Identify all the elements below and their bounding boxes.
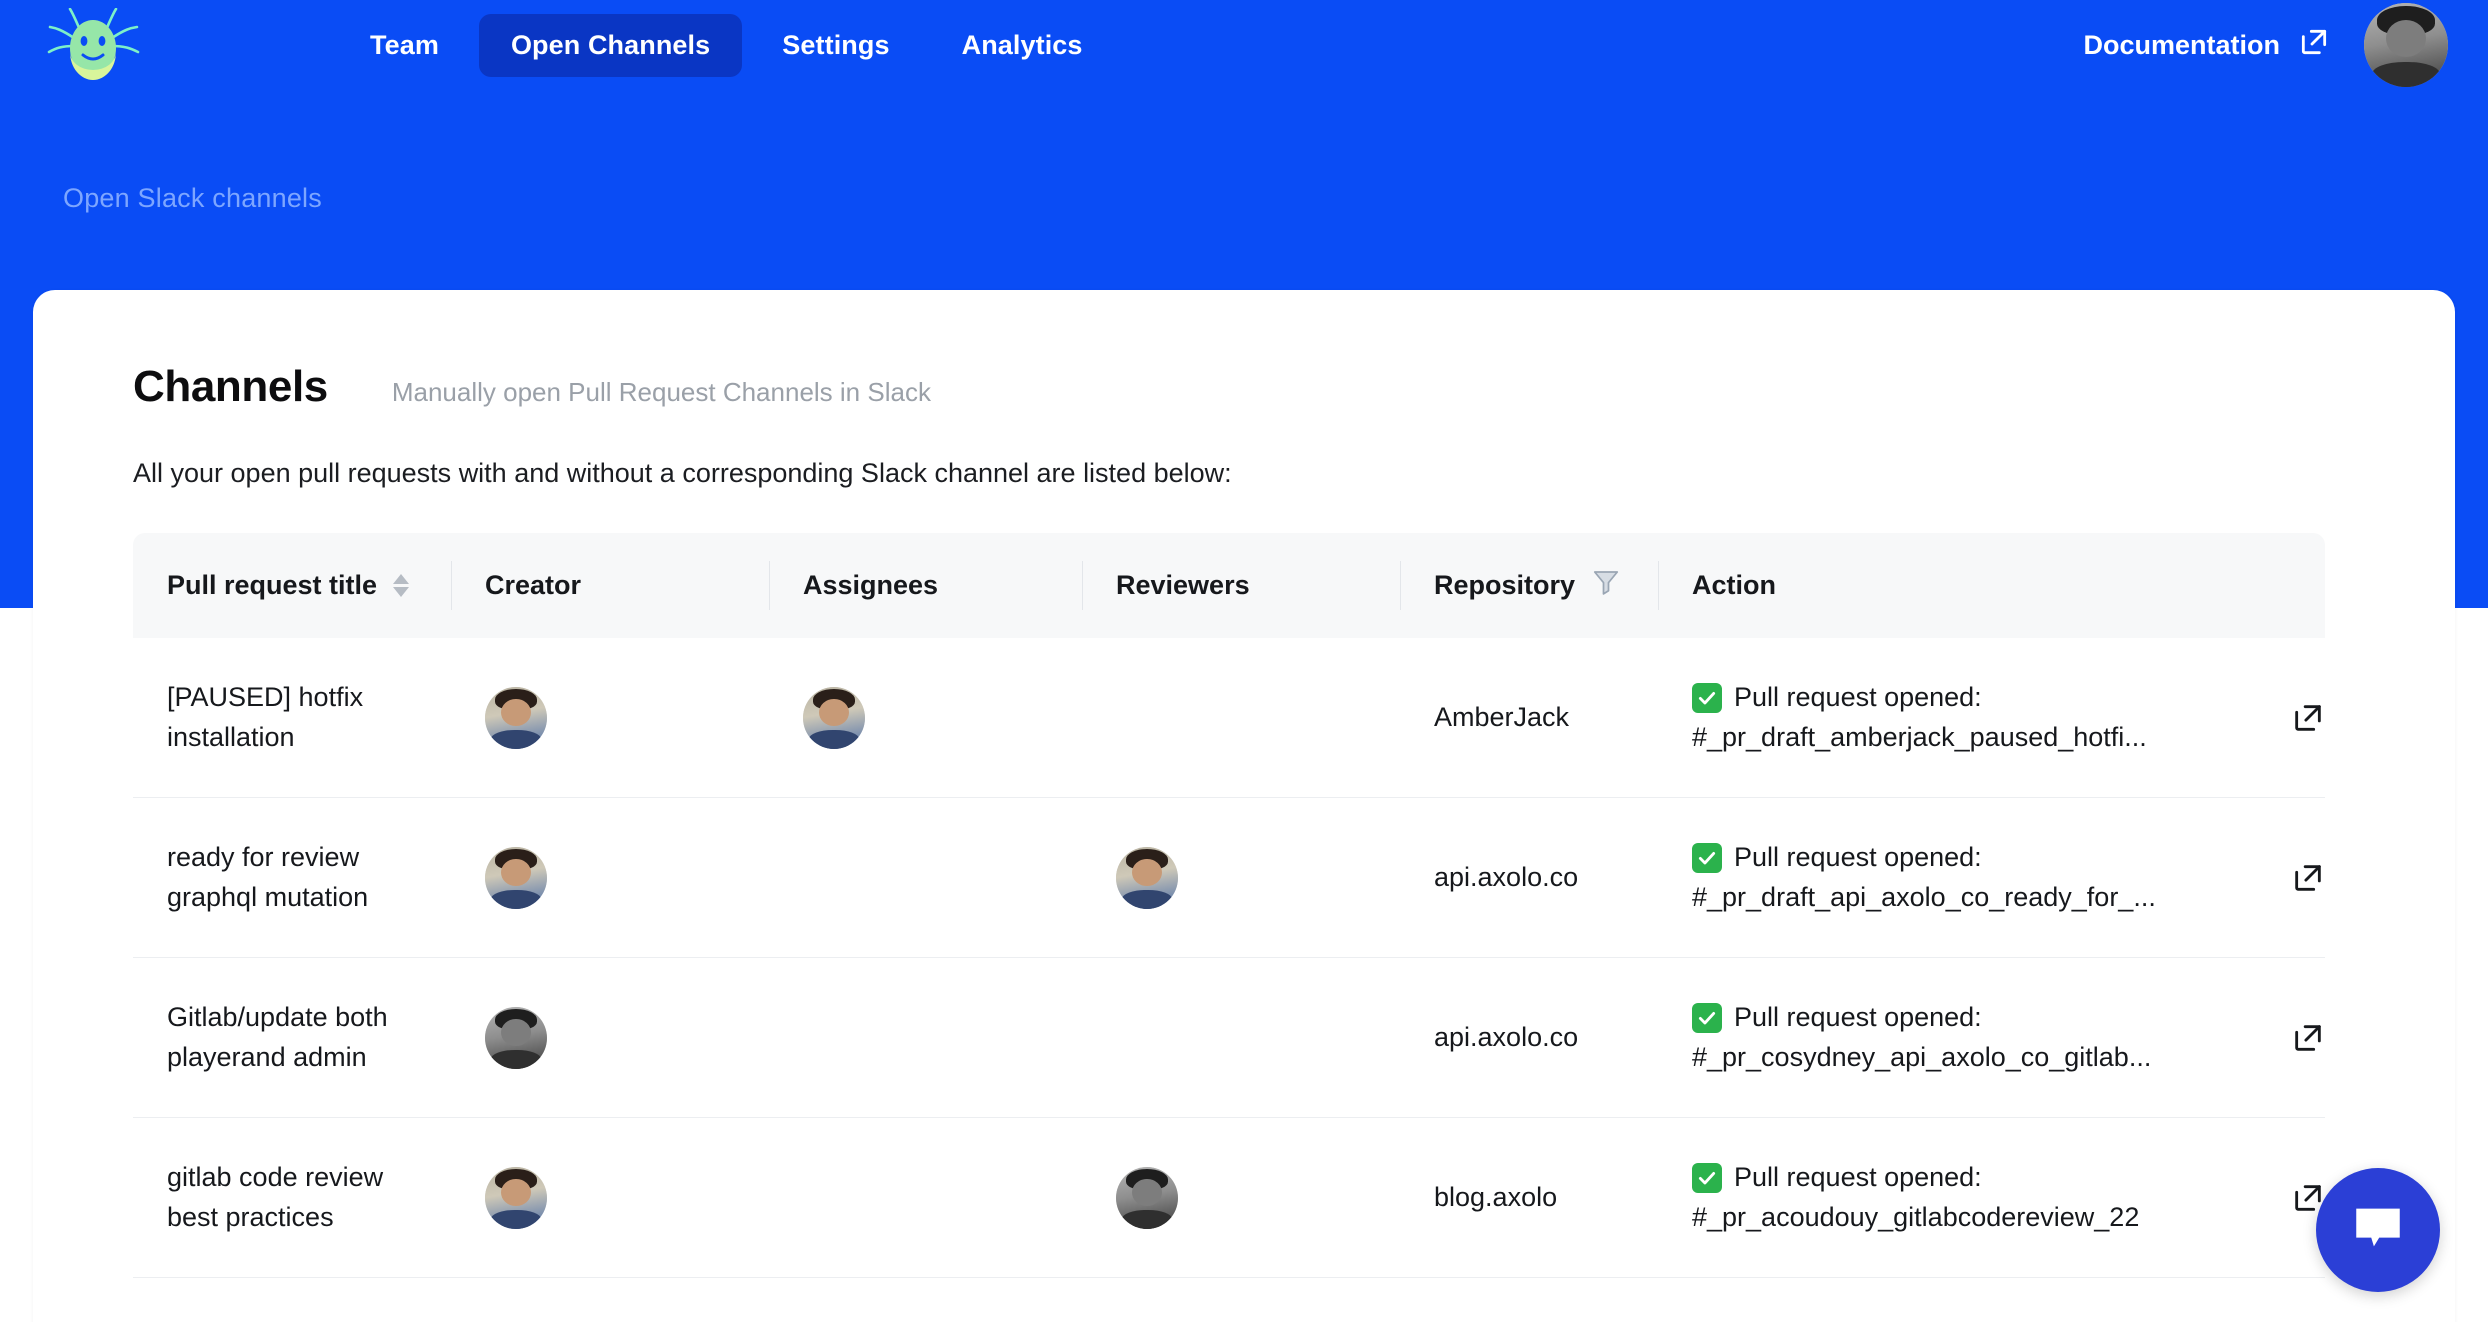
column-header-action: Action [1658,533,2325,638]
action-status: Pull request opened: [1734,681,1982,712]
cell-reviewers [1082,1166,1400,1229]
column-header-repository-label: Repository [1434,570,1576,600]
documentation-label: Documentation [2083,29,2280,60]
avatar-image [2364,3,2448,87]
creator-avatar[interactable] [485,1166,547,1229]
table-header-row: Pull request title Creator Assignees Rev… [133,533,2325,638]
column-header-title-label: Pull request title [167,570,378,600]
open-channel-external-link-icon[interactable] [2291,861,2325,895]
pr-title: ready for review graphql mutation [167,842,369,912]
action-status: Pull request opened: [1734,841,1982,872]
column-header-reviewers: Reviewers [1082,533,1400,638]
cell-creator [451,686,769,749]
cell-repository: api.axolo.co [1400,1022,1658,1053]
table-row[interactable]: gitlab code review best practices blog.a… [133,1118,2325,1278]
repository-name: blog.axolo [1434,1182,1558,1212]
action-channel: #_pr_draft_api_axolo_co_ready_for_... [1692,881,2156,912]
action-text: Pull request opened: #_pr_acoudouy_gitla… [1692,1158,2275,1238]
reviewer-avatar[interactable] [1116,846,1178,909]
column-header-assignees-label: Assignees [803,570,939,600]
action-text: Pull request opened: #_pr_draft_api_axol… [1692,838,2275,918]
column-header-reviewers-label: Reviewers [1116,570,1250,600]
cell-repository: AmberJack [1400,702,1658,733]
cell-reviewers [1082,846,1400,909]
nav-link-analytics[interactable]: Analytics [930,14,1115,77]
page-description: All your open pull requests with and wit… [133,458,1232,488]
cell-repository: api.axolo.co [1400,862,1658,893]
column-header-action-label: Action [1692,570,1776,600]
check-icon [1692,842,1722,873]
column-header-creator-label: Creator [485,570,582,600]
documentation-link[interactable]: Documentation [2083,26,2330,65]
cell-assignees [769,686,1082,749]
external-link-icon [2298,26,2330,65]
check-icon [1692,1002,1722,1033]
check-icon [1692,1162,1722,1193]
channels-card: Channels Manually open Pull Request Chan… [33,290,2455,1322]
cell-action: Pull request opened: #_pr_draft_api_axol… [1658,838,2325,918]
table-row[interactable]: Gitlab/update both playerand admin api.a… [133,958,2325,1118]
action-channel: #_pr_acoudouy_gitlabcodereview_22 [1692,1201,2140,1232]
nav-link-settings[interactable]: Settings [750,14,921,77]
column-header-creator: Creator [451,533,769,638]
action-channel: #_pr_cosydney_api_axolo_co_gitlab... [1692,1041,2152,1072]
filter-funnel-icon[interactable] [1591,567,1621,604]
creator-avatar[interactable] [485,686,547,749]
action-text: Pull request opened: #_pr_cosydney_api_a… [1692,998,2275,1078]
cell-action: Pull request opened: #_pr_draft_amberjac… [1658,678,2325,758]
cell-creator [451,1006,769,1069]
nav-link-open-channels[interactable]: Open Channels [478,13,743,77]
cell-action: Pull request opened: #_pr_acoudouy_gitla… [1658,1158,2325,1238]
page-title: Channels [133,362,328,411]
check-icon [1692,682,1722,713]
cell-creator [451,1166,769,1229]
column-header-title[interactable]: Pull request title [133,533,451,638]
reviewer-avatar[interactable] [1116,1166,1178,1229]
table-row[interactable]: ready for review graphql mutation api.ax… [133,798,2325,958]
repository-name: api.axolo.co [1434,1022,1579,1052]
top-navbar: Team Open Channels Settings Analytics Do… [0,0,2488,90]
card-header: Channels Manually open Pull Request Chan… [33,290,2455,412]
open-channel-external-link-icon[interactable] [2291,1021,2325,1055]
creator-avatar[interactable] [485,846,547,909]
axolotl-logo[interactable] [38,5,150,85]
channels-table: Pull request title Creator Assignees Rev… [133,533,2325,1278]
breadcrumb[interactable]: Open Slack channels [63,183,322,214]
pr-title: [PAUSED] hotfix installation [167,682,364,752]
cell-creator [451,846,769,909]
cell-title: Gitlab/update both playerand admin [133,998,451,1076]
repository-name: AmberJack [1434,702,1570,732]
nav-link-team[interactable]: Team [338,14,471,77]
chat-bubble-icon [2349,1199,2407,1262]
cell-title: gitlab code review best practices [133,1158,451,1236]
table-row[interactable]: [PAUSED] hotfix installation AmberJack P… [133,638,2325,798]
creator-avatar[interactable] [485,1006,547,1069]
open-channel-external-link-icon[interactable] [2291,701,2325,735]
cell-title: ready for review graphql mutation [133,838,451,916]
chat-widget-button[interactable] [2316,1168,2440,1292]
page-subtitle: Manually open Pull Request Channels in S… [391,377,931,407]
cell-title: [PAUSED] hotfix installation [133,678,451,756]
pr-title: Gitlab/update both playerand admin [167,1002,388,1072]
sort-arrows-icon[interactable] [393,574,410,597]
action-text: Pull request opened: #_pr_draft_amberjac… [1692,678,2275,758]
assignee-avatar[interactable] [803,686,865,749]
column-header-assignees: Assignees [769,533,1082,638]
pr-title: gitlab code review best practices [167,1162,384,1232]
nav-links: Team Open Channels Settings Analytics [338,13,1115,77]
repository-name: api.axolo.co [1434,862,1579,892]
cell-action: Pull request opened: #_pr_cosydney_api_a… [1658,998,2325,1078]
cell-repository: blog.axolo [1400,1182,1658,1213]
user-avatar[interactable] [2364,3,2448,87]
column-header-repository[interactable]: Repository [1400,533,1658,638]
nav-right-group: Documentation [2083,3,2488,87]
action-status: Pull request opened: [1734,1001,1982,1032]
action-channel: #_pr_draft_amberjack_paused_hotfi... [1692,721,2147,752]
app-root: Team Open Channels Settings Analytics Do… [0,0,2488,1322]
action-status: Pull request opened: [1734,1161,1982,1192]
